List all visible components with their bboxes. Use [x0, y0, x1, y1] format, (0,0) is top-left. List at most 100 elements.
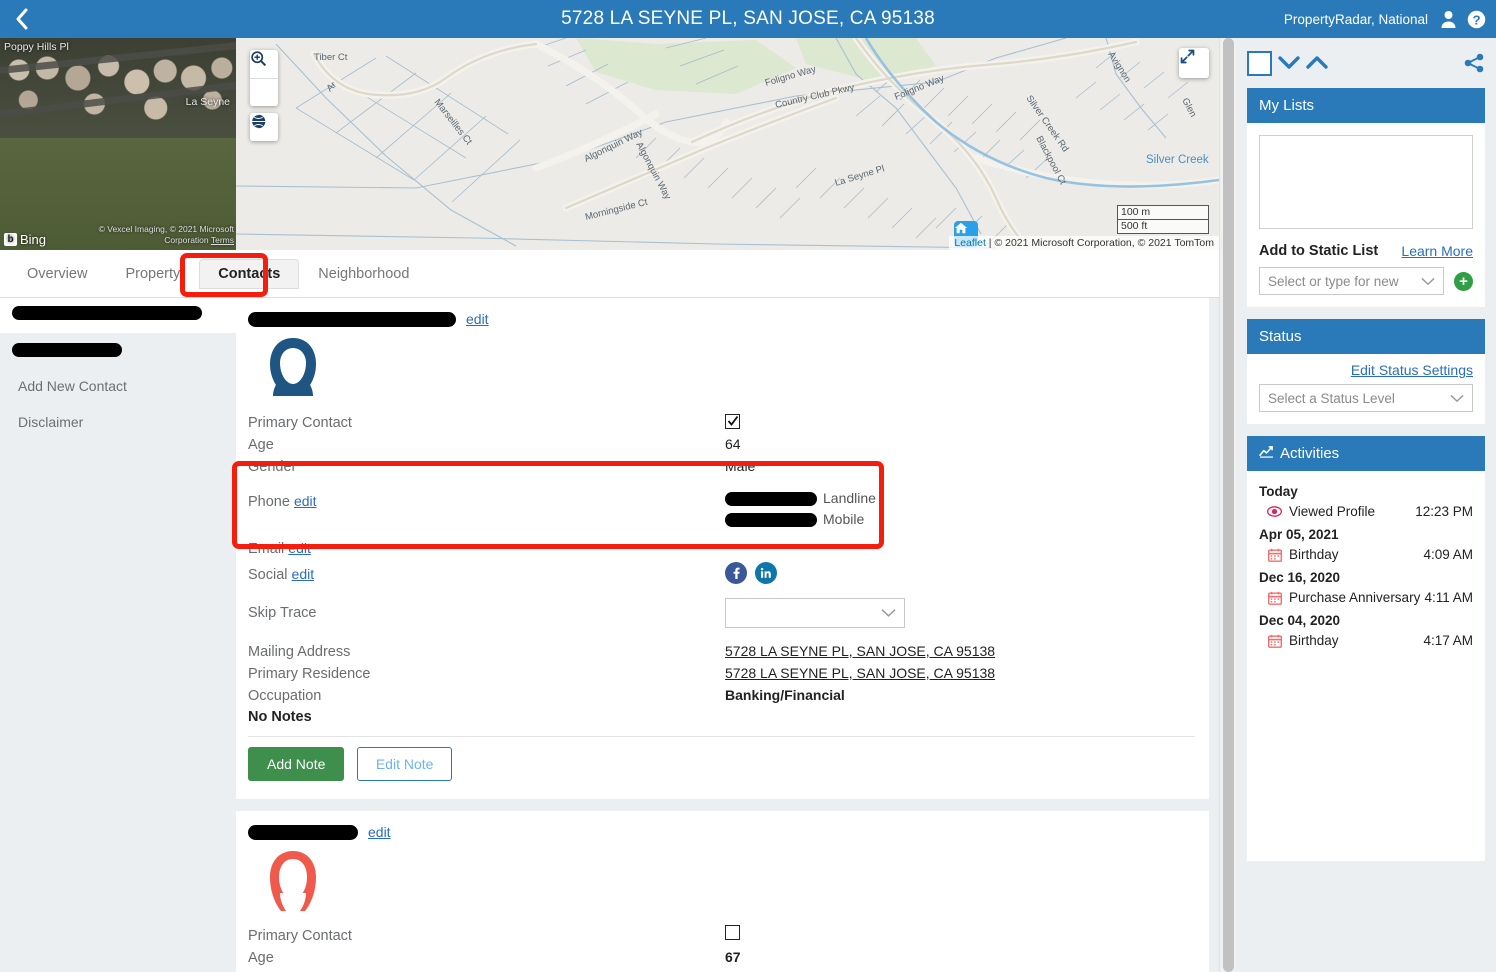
add-note-button[interactable]: Add Note	[248, 747, 345, 781]
tab-overview[interactable]: Overview	[8, 259, 106, 289]
status-level-select[interactable]: Select a Status Level	[1259, 384, 1473, 412]
eye-icon	[1267, 504, 1282, 519]
activity-time: 12:23 PM	[1415, 504, 1473, 519]
contact-1-primary-label: Primary Contact	[248, 415, 352, 431]
edit-status-settings-link[interactable]: Edit Status Settings	[1259, 362, 1473, 378]
status-panel: Status Edit Status Settings Select a Sta…	[1247, 319, 1485, 424]
share-icon[interactable]	[1463, 53, 1485, 73]
activity-name: Birthday	[1289, 547, 1339, 562]
contact-1-primary-checkbox[interactable]	[725, 413, 740, 429]
bing-logo[interactable]: b Bing	[4, 232, 46, 247]
activity-time: 4:09 AM	[1423, 547, 1473, 562]
linkedin-icon[interactable]	[755, 562, 777, 584]
edit-note-button[interactable]: Edit Note	[356, 747, 453, 781]
aerial-photo[interactable]: Poppy Hills Pl La Seyne b Bing © Vexcel …	[0, 38, 236, 250]
skip-trace-select[interactable]	[725, 598, 905, 628]
contact-1-social-label-text: Social	[248, 567, 288, 583]
bing-terms-link[interactable]: Terms	[211, 235, 234, 245]
leaflet-attribution: Leaflet | © 2021 Microsoft Corporation, …	[949, 236, 1219, 250]
help-icon[interactable]: ?	[1467, 10, 1486, 29]
facebook-icon[interactable]	[725, 562, 747, 584]
contact-1-primary-residence-value[interactable]: 5728 LA SEYNE PL, SAN JOSE, CA 95138	[725, 663, 995, 684]
bing-mark: b	[4, 233, 17, 246]
contact-card-2: edit Primary Contact Age 67	[236, 811, 1209, 972]
activity-item[interactable]: Purchase Anniversary 4:11 AM	[1259, 587, 1473, 608]
leaflet-link[interactable]: Leaflet	[954, 237, 986, 249]
contact-1-age-row: Age 64	[248, 434, 1195, 456]
expand-icon[interactable]	[1179, 48, 1209, 78]
activity-group-date: Today	[1259, 484, 1298, 499]
map-scale-bar: 100 m 500 ft	[1117, 205, 1209, 234]
contact-1-edit-name-link[interactable]: edit	[466, 311, 489, 327]
activities-header: Activities	[1247, 436, 1485, 471]
contact-1-social-list	[725, 562, 777, 584]
contact-1-email-label-text: Email	[248, 541, 285, 557]
chevron-down-icon	[1421, 277, 1435, 285]
contact-1-social-row: Social edit	[248, 560, 1195, 586]
globe-layers-icon[interactable]	[250, 113, 278, 141]
contact-1-mailing-address-value[interactable]: 5728 LA SEYNE PL, SAN JOSE, CA 95138	[725, 641, 995, 662]
sidebar-item-disclaimer[interactable]: Disclaimer	[0, 404, 236, 440]
map-row: Poppy Hills Pl La Seyne b Bing © Vexcel …	[0, 38, 1219, 250]
tab-contacts[interactable]: Contacts	[199, 258, 300, 289]
redacted-owner-name	[12, 306, 202, 320]
svg-text:?: ?	[1472, 12, 1480, 27]
activity-time: 4:17 AM	[1423, 633, 1473, 648]
contact-1-phone-1-type: Landline	[823, 490, 876, 506]
learn-more-link[interactable]: Learn More	[1401, 243, 1473, 259]
contact-1-primary-residence-row: Primary Residence 5728 LA SEYNE PL, SAN …	[248, 663, 1195, 685]
contact-1-social-icons	[725, 560, 777, 584]
contact-1-social-edit-link[interactable]: edit	[292, 566, 315, 582]
my-lists-listbox[interactable]	[1259, 135, 1473, 229]
contact-2-primary-checkbox[interactable]	[725, 925, 740, 940]
sidebar-item-add-new-contact[interactable]: Add New Contact	[0, 368, 236, 404]
contact-1-fields: Primary Contact Age 64 Gender Male Phone…	[248, 408, 1195, 781]
sidebar-selected-contact[interactable]	[0, 333, 236, 368]
contact-1-note-actions: Add Note Edit Note	[248, 747, 1195, 781]
vector-map[interactable]: Tiber Ct Marseilles Ct Country Club Pkwy…	[236, 38, 1219, 250]
plus-circle-icon[interactable]: +	[1454, 271, 1473, 291]
attribution-text: © 2021 Microsoft Corporation, © 2021 Tom…	[994, 237, 1214, 249]
map-layers-control	[250, 113, 278, 141]
person-icon[interactable]	[1440, 10, 1457, 28]
contact-1-skip-trace-label: Skip Trace	[248, 604, 317, 621]
activity-item[interactable]: Birthday 4:09 AM	[1259, 544, 1473, 565]
contact-1-age-label: Age	[248, 437, 274, 453]
activity-item[interactable]: Birthday 4:17 AM	[1259, 630, 1473, 651]
status-header: Status	[1247, 319, 1485, 354]
activity-name: Purchase Anniversary	[1289, 590, 1421, 605]
water-label: Silver Creek	[1146, 154, 1209, 166]
scrollbar-thumb[interactable]	[1223, 38, 1234, 972]
status-body: Edit Status Settings Select a Status Lev…	[1247, 354, 1485, 424]
contact-1-gender-row: Gender Male	[248, 456, 1195, 478]
activity-item[interactable]: Viewed Profile 12:23 PM	[1259, 501, 1473, 522]
contacts-content: edit Primary Contact Age 64 Gender Male …	[236, 298, 1219, 972]
add-to-static-list-row: Add to Static List Learn More	[1259, 243, 1473, 259]
contact-card-1: edit Primary Contact Age 64 Gender Male …	[236, 298, 1209, 799]
back-button[interactable]	[0, 0, 44, 38]
zoom-out-icon[interactable]	[250, 51, 278, 106]
contact-1-notes-row: No Notes	[248, 707, 1195, 728]
contact-1-phone-1[interactable]: Landline	[725, 488, 876, 509]
static-list-select[interactable]: Select or type for new	[1259, 267, 1444, 295]
chevron-down-icon[interactable]	[1278, 55, 1300, 71]
contact-1-phone-label: Phone edit	[248, 491, 725, 513]
redacted-contact-name	[12, 343, 122, 357]
chevron-up-icon[interactable]	[1306, 55, 1328, 71]
contact-1-email-edit-link[interactable]: edit	[288, 540, 311, 556]
add-to-static-list-label: Add to Static List	[1259, 243, 1379, 259]
my-lists-header: My Lists	[1247, 88, 1485, 123]
tab-property[interactable]: Property	[106, 259, 199, 289]
property-detail-page: 5728 LA SEYNE PL, SAN JOSE, CA 95138 Pro…	[0, 0, 1496, 972]
contact-2-edit-name-link[interactable]: edit	[368, 824, 391, 840]
contact-1-email-label: Email edit	[248, 538, 725, 560]
contact-1-phone-2[interactable]: Mobile	[725, 509, 876, 530]
map-canvas: Tiber Ct Marseilles Ct Country Club Pkwy…	[236, 38, 1219, 250]
contact-1-phone-edit-link[interactable]: edit	[294, 493, 317, 509]
checkbox-icon[interactable]	[1247, 50, 1272, 76]
static-list-select-row: Select or type for new +	[1259, 267, 1473, 295]
section-tabs: Overview Property Contacts Neighborhood	[0, 250, 1219, 298]
main-scrollbar[interactable]	[1219, 38, 1236, 972]
activities-title: Activities	[1280, 445, 1340, 462]
tab-neighborhood[interactable]: Neighborhood	[299, 259, 428, 289]
